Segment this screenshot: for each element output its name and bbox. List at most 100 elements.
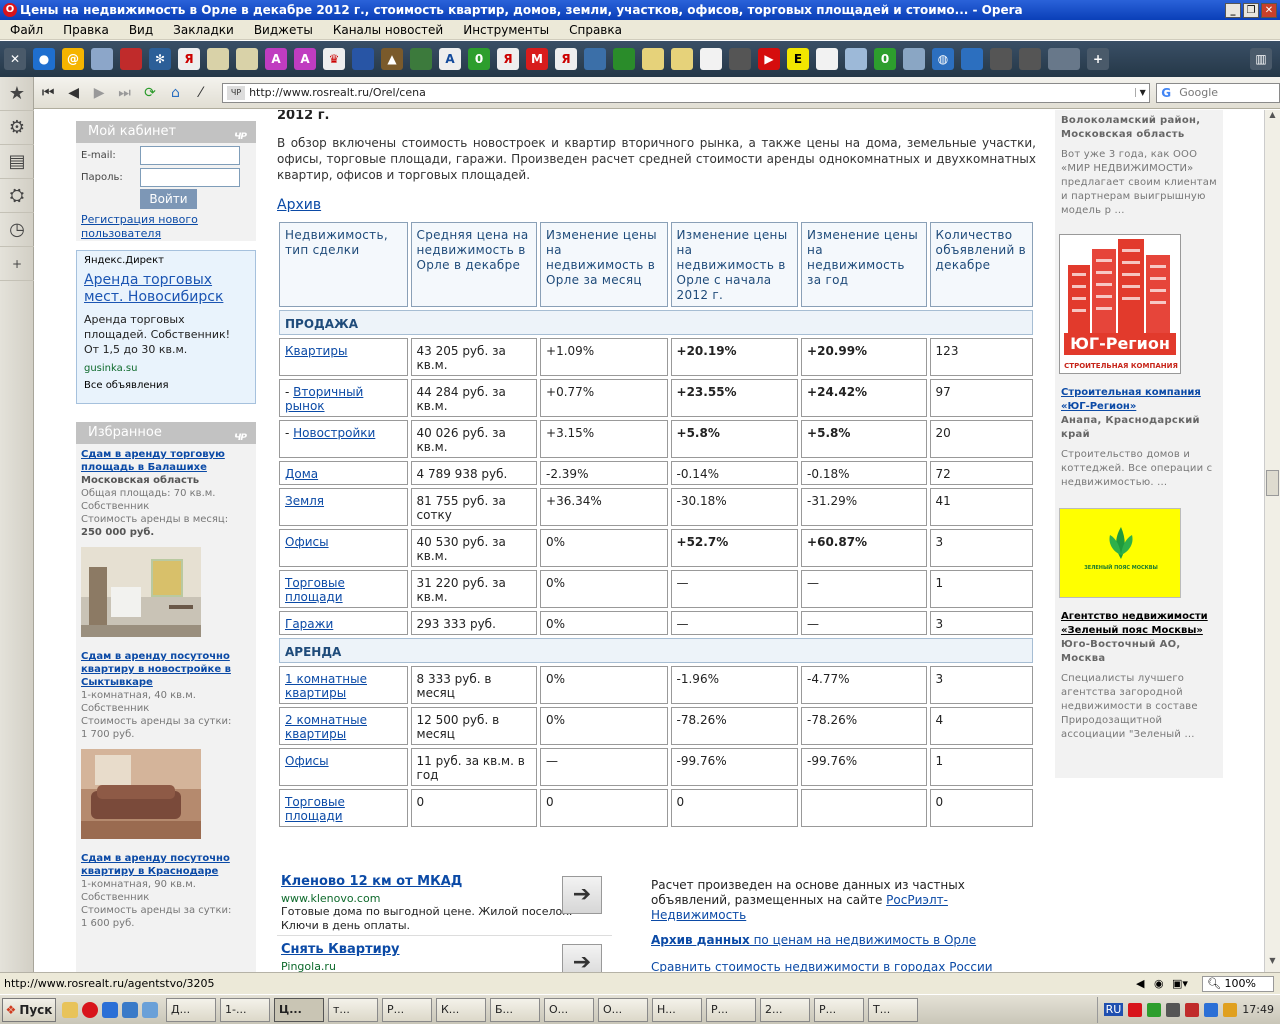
- register-link[interactable]: Регистрация нового пользователя: [81, 213, 198, 240]
- tray-icon[interactable]: [1223, 1002, 1238, 1017]
- vertical-scrollbar[interactable]: ▲ ▼: [1264, 110, 1280, 972]
- yandex-header[interactable]: Яндекс.Директ: [84, 255, 248, 266]
- tab-icon[interactable]: 0: [468, 48, 490, 70]
- active-tab-icon[interactable]: [1048, 48, 1080, 70]
- opera-icon[interactable]: [82, 1001, 98, 1018]
- gear-icon[interactable]: ⚙: [0, 111, 34, 145]
- apartment-photo[interactable]: [81, 547, 201, 637]
- property-type-link[interactable]: Новостройки: [293, 426, 375, 440]
- password-field[interactable]: [140, 168, 240, 187]
- search-field[interactable]: G Google: [1156, 82, 1280, 103]
- menu-bookmarks[interactable]: Закладки: [163, 23, 244, 37]
- desktop-icon[interactable]: [122, 1001, 138, 1018]
- reload-icon[interactable]: ⟳: [139, 81, 161, 105]
- green-belt-logo[interactable]: ЗЕЛЕНЫЙ ПОЯС МОСКВЫ: [1059, 508, 1181, 598]
- tab-icon[interactable]: [1019, 48, 1041, 70]
- tab-icon[interactable]: [410, 48, 432, 70]
- menu-file[interactable]: Файл: [0, 23, 53, 37]
- listing-link[interactable]: Сдам в аренду посуточно квартиру в Красн…: [81, 852, 251, 878]
- transfers-icon[interactable]: ⛭: [0, 179, 34, 213]
- history-icon[interactable]: ◷: [0, 213, 34, 247]
- taskbar-item[interactable]: Т...: [868, 997, 918, 1022]
- tab-icon[interactable]: [207, 48, 229, 70]
- back-icon[interactable]: ◀: [1136, 977, 1154, 990]
- taskbar-item[interactable]: 1-...: [220, 997, 270, 1022]
- yandex-icon[interactable]: Я: [555, 48, 577, 70]
- tab-icon[interactable]: [91, 48, 113, 70]
- letter-a-icon[interactable]: A: [439, 48, 461, 70]
- tab-icon[interactable]: [729, 48, 751, 70]
- menu-tools[interactable]: Инструменты: [453, 23, 559, 37]
- globe-icon[interactable]: ◍: [932, 48, 954, 70]
- url-field[interactable]: ЧР http://www.rosrealt.ru/Orel/cena ▼: [222, 82, 1151, 103]
- tab-icon[interactable]: ▶: [758, 48, 780, 70]
- notes-icon[interactable]: ▤: [0, 145, 34, 179]
- archive-link[interactable]: Архив: [277, 197, 1037, 213]
- emblem-icon[interactable]: ♛: [323, 48, 345, 70]
- taskbar-item-active[interactable]: Ц...: [274, 997, 324, 1022]
- minimize-button[interactable]: _: [1225, 2, 1241, 18]
- taskbar-item[interactable]: Р...: [706, 997, 756, 1022]
- taskbar-item[interactable]: О...: [544, 997, 594, 1022]
- tray-icon[interactable]: [1185, 1002, 1200, 1017]
- ie-icon[interactable]: [102, 1001, 118, 1018]
- menu-edit[interactable]: Правка: [53, 23, 119, 37]
- language-indicator[interactable]: RU: [1103, 1003, 1124, 1016]
- trash-icon[interactable]: ▥: [1250, 48, 1272, 70]
- flag-icon[interactable]: [352, 48, 374, 70]
- listing-link[interactable]: Сдам в аренду посуточно квартиру в новос…: [81, 650, 251, 689]
- tab-icon[interactable]: [642, 48, 664, 70]
- all-ads-link[interactable]: Все объявления: [84, 380, 248, 391]
- tray-icon[interactable]: [1147, 1002, 1162, 1017]
- taskbar-item[interactable]: Р...: [814, 997, 864, 1022]
- property-type-link[interactable]: 1 комнатные квартиры: [285, 672, 367, 700]
- taskbar-item[interactable]: Д...: [166, 997, 216, 1022]
- tab-icon[interactable]: [584, 48, 606, 70]
- tab-icon[interactable]: [903, 48, 925, 70]
- close-button[interactable]: ✕: [1261, 2, 1277, 18]
- login-button[interactable]: Войти: [140, 189, 197, 209]
- property-type-link[interactable]: Офисы: [285, 535, 329, 549]
- forward-icon[interactable]: ▶: [88, 81, 110, 105]
- menu-feeds[interactable]: Каналы новостей: [323, 23, 453, 37]
- rewind-icon[interactable]: ⏮: [37, 81, 59, 105]
- taskbar-item[interactable]: Б...: [490, 997, 540, 1022]
- network-icon[interactable]: [1204, 1002, 1219, 1017]
- taskbar-item[interactable]: К...: [436, 997, 486, 1022]
- taskbar-item[interactable]: 2...: [760, 997, 810, 1022]
- media-icon[interactable]: [142, 1001, 158, 1018]
- property-type-link[interactable]: Торговые площади: [285, 795, 345, 823]
- tab-icon[interactable]: [990, 48, 1012, 70]
- tray-icon[interactable]: [1128, 1002, 1143, 1017]
- star-icon[interactable]: ★: [0, 77, 34, 111]
- back-icon[interactable]: ◀: [62, 81, 84, 105]
- tab-icon[interactable]: [236, 48, 258, 70]
- property-type-link[interactable]: Офисы: [285, 754, 329, 768]
- home-icon[interactable]: ⌂: [164, 81, 186, 105]
- drop-icon[interactable]: ●: [33, 48, 55, 70]
- view-icon[interactable]: ◉: [1154, 977, 1172, 990]
- mail-icon[interactable]: @: [62, 48, 84, 70]
- compare-cities-link[interactable]: Сравнить стоимость недвижимости в города…: [651, 960, 993, 972]
- email-field[interactable]: [140, 146, 240, 165]
- wand-icon[interactable]: ⁄: [190, 81, 212, 105]
- menu-widgets[interactable]: Виджеты: [244, 23, 323, 37]
- property-type-link[interactable]: 2 комнатные квартиры: [285, 713, 367, 741]
- add-tab-icon[interactable]: +: [1087, 48, 1109, 70]
- taskbar-item[interactable]: Н...: [652, 997, 702, 1022]
- archive-data-link-rest[interactable]: по ценам на недвижимость в Орле: [750, 933, 977, 947]
- arrow-right-icon[interactable]: ➔: [562, 944, 602, 972]
- folder-icon[interactable]: [62, 1001, 78, 1018]
- volume-icon[interactable]: [1166, 1002, 1181, 1017]
- tab-icon[interactable]: [671, 48, 693, 70]
- zoom-select[interactable]: 🔍︎ 100%: [1202, 975, 1274, 992]
- tab-icon[interactable]: E: [787, 48, 809, 70]
- taskbar-item[interactable]: Р...: [382, 997, 432, 1022]
- apartment-photo[interactable]: [81, 749, 201, 839]
- tab-icon[interactable]: [613, 48, 635, 70]
- tab-icon[interactable]: [961, 48, 983, 70]
- pyramid-icon[interactable]: ▲: [381, 48, 403, 70]
- company-link[interactable]: Строительная компания «ЮГ-Регион»: [1061, 386, 1217, 414]
- yug-region-logo[interactable]: ЮГ-Регион СТРОИТЕЛЬНАЯ КОМПАНИЯ: [1059, 234, 1181, 374]
- tab-icon[interactable]: [845, 48, 867, 70]
